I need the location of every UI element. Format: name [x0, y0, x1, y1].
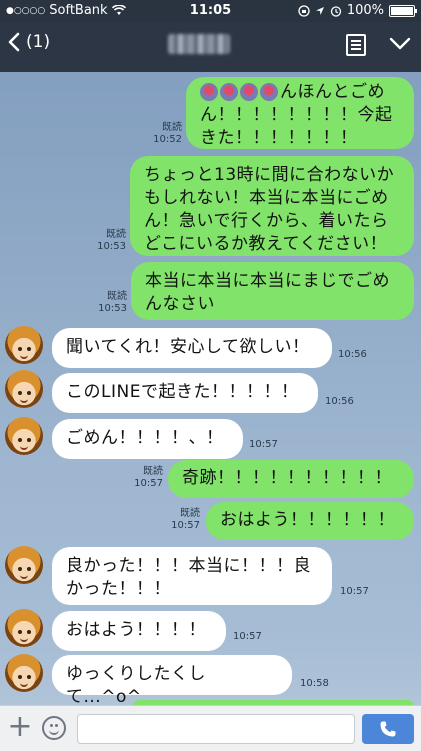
message-time: 10:58 — [300, 678, 329, 689]
back-button[interactable]: (1) — [8, 32, 50, 52]
message-input[interactable] — [77, 714, 355, 744]
message-read-status: 既読 10:53 — [97, 229, 126, 252]
phone-icon — [380, 721, 396, 737]
chevron-left-icon — [8, 32, 20, 52]
plus-icon[interactable]: + — [6, 712, 34, 742]
avatar[interactable] — [5, 417, 43, 455]
message-read-status: 既読 10:57 — [171, 508, 200, 531]
unread-count: (1) — [26, 32, 51, 52]
message-read-status: 既読 10:53 — [98, 291, 127, 314]
message-time: 10:56 — [325, 396, 354, 407]
avatar[interactable] — [5, 654, 43, 692]
message-time: 10:57 — [340, 586, 369, 597]
message-bubble-received[interactable]: ゆっくりしたくして...^o^ — [52, 655, 292, 707]
avatar[interactable] — [5, 609, 43, 647]
message-bubble-sent[interactable]: ちょっと13時に間に合わないかもしれない！本当に本当にごめん！急いで行くから、着… — [130, 156, 414, 256]
rotation-lock-icon — [298, 4, 310, 17]
chevron-down-icon[interactable] — [389, 36, 411, 52]
message-input-bar: + — [0, 705, 421, 751]
avatar[interactable] — [5, 370, 43, 408]
battery-icon — [389, 4, 417, 17]
message-bubble-sent[interactable]: 奇跡！！！！！！！！！！ — [168, 460, 414, 498]
message-read-status: 既読 10:57 — [134, 466, 163, 489]
message-bubble-sent[interactable]: おはよう！！！！！！ — [206, 502, 414, 540]
message-bubble-sent[interactable]: 本当に本当に本当にまじでごめんなさい — [131, 262, 414, 320]
emoji-icon[interactable] — [42, 716, 66, 740]
location-icon — [315, 6, 324, 15]
message-bubble-received[interactable]: ごめん！！！！、！ — [52, 419, 243, 459]
message-time: 10:57 — [249, 439, 278, 450]
message-bubble-received[interactable]: おはよう！！！！ — [52, 611, 226, 651]
message-time: 10:57 — [233, 631, 262, 642]
avatar[interactable] — [5, 546, 43, 584]
call-button[interactable] — [362, 714, 414, 744]
avatar[interactable] — [5, 326, 43, 364]
message-read-status: 既読 10:52 — [153, 122, 182, 145]
battery-percent: 100% — [346, 3, 384, 18]
blurred-contact-name — [168, 34, 230, 54]
sticker-icons — [200, 82, 280, 102]
message-bubble-received[interactable]: 聞いてくれ！安心して欲しい！ — [52, 328, 332, 368]
chat-header: (1) — [0, 22, 421, 72]
alarm-icon — [330, 5, 341, 17]
message-bubble-sent[interactable]: んほんとごめん！！！！！！！！今起きた！！！！！！！ — [186, 77, 414, 149]
menu-button[interactable] — [346, 34, 366, 56]
message-time: 10:56 — [338, 349, 367, 360]
message-bubble-received[interactable]: このLINEで起きた！！！！！ — [52, 373, 318, 413]
status-bar: ●○○○○ SoftBank 11:05 100% — [0, 0, 421, 22]
message-bubble-received[interactable]: 良かった！！！本当に！！！良かった！！！ — [52, 547, 332, 605]
